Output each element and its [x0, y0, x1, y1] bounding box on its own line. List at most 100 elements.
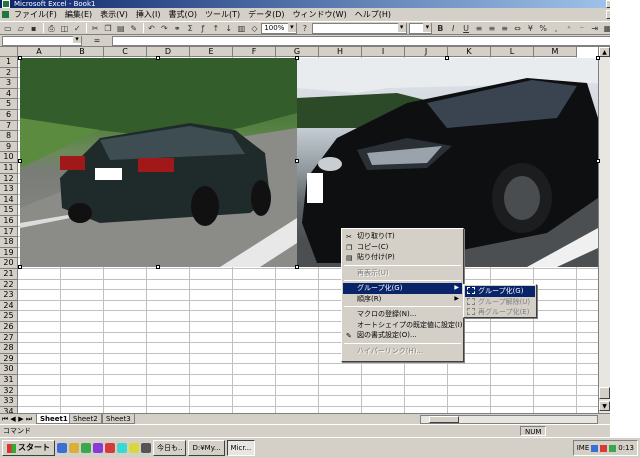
row-header[interactable]: 16 [0, 216, 18, 227]
quicklaunch-ie-icon[interactable] [57, 443, 67, 453]
row-header[interactable]: 11 [0, 163, 18, 174]
menu-item-assign-macro[interactable]: マクロの登録(N)... [343, 309, 462, 320]
indent-icon[interactable]: ⇥ [589, 23, 601, 34]
menu-item-unhide[interactable]: 再表示(U) [343, 268, 462, 279]
menu-item-cut[interactable]: ✂ 切り取り(T) [343, 231, 462, 242]
cut-icon[interactable]: ✂ [89, 23, 101, 34]
row-header[interactable]: 22 [0, 279, 18, 291]
menu-file[interactable]: ファイル(F) [10, 8, 61, 21]
next-sheet-icon[interactable]: ▶ [17, 415, 25, 424]
chart-wizard-icon[interactable]: ▥ [236, 23, 248, 34]
tray-security-icon[interactable] [600, 444, 608, 452]
row-header[interactable]: 31 [0, 375, 18, 386]
quicklaunch-app-icon[interactable] [105, 443, 115, 453]
row-header[interactable]: 21 [0, 269, 18, 280]
prev-sheet-icon[interactable]: ◀ [9, 415, 17, 424]
quicklaunch-app-icon[interactable] [129, 443, 139, 453]
select-all-corner[interactable] [0, 47, 18, 57]
menu-format[interactable]: 書式(O) [164, 8, 201, 21]
column-header[interactable]: D [147, 47, 190, 57]
resize-handle[interactable] [156, 56, 160, 60]
undo-icon[interactable]: ↶ [146, 23, 158, 34]
drawing-icon[interactable]: ◇ [248, 23, 260, 34]
bold-button[interactable]: B [434, 23, 446, 34]
menu-tools[interactable]: ツール(T) [201, 8, 244, 21]
font-size-select[interactable] [408, 22, 433, 34]
format-painter-icon[interactable]: ✎ [128, 23, 140, 34]
row-header[interactable]: 15 [0, 205, 18, 216]
align-left-icon[interactable]: ≡ [473, 23, 485, 34]
resize-handle[interactable] [295, 159, 299, 163]
column-header[interactable]: H [319, 47, 362, 57]
column-header[interactable]: K [448, 47, 491, 57]
menu-item-copy[interactable]: ❐ コピー(C) [343, 242, 462, 253]
copy-icon[interactable]: ❐ [102, 23, 114, 34]
row-header[interactable]: 32 [0, 385, 18, 397]
column-header[interactable]: M [534, 47, 577, 57]
tray-app-icon[interactable] [609, 444, 617, 452]
resize-handle[interactable] [156, 265, 160, 269]
quicklaunch-app-icon[interactable] [141, 443, 151, 453]
quicklaunch-folder-icon[interactable] [69, 443, 79, 453]
submenu-item-regroup[interactable]: 再グループ化(E) [465, 307, 535, 318]
menu-insert[interactable]: 挿入(I) [132, 8, 165, 21]
row-header[interactable]: 24 [0, 300, 18, 312]
column-header[interactable]: E [190, 47, 233, 57]
print-preview-icon[interactable]: ◫ [58, 23, 70, 34]
column-header[interactable]: A [18, 47, 61, 57]
column-header[interactable]: J [405, 47, 448, 57]
formula-input[interactable] [112, 35, 638, 46]
column-header[interactable]: L [491, 47, 534, 57]
row-header[interactable]: 17 [0, 226, 18, 238]
hyperlink-icon[interactable]: ⚭ [171, 23, 183, 34]
column-header[interactable]: I [362, 47, 405, 57]
autosum-icon[interactable]: Σ [184, 23, 196, 34]
menu-data[interactable]: データ(D) [244, 8, 288, 21]
excel-app-icon[interactable] [2, 0, 10, 8]
menu-item-hyperlink[interactable]: ハイパーリンク(H)... [343, 346, 462, 357]
resize-handle[interactable] [596, 159, 600, 163]
scroll-down-icon[interactable]: ▼ [599, 401, 610, 411]
sheet-tab-3[interactable]: Sheet3 [102, 414, 135, 424]
quicklaunch-excel-icon[interactable] [81, 443, 91, 453]
percent-button[interactable]: % [537, 23, 549, 34]
comma-button[interactable]: , [550, 23, 562, 34]
submenu-item-ungroup[interactable]: グループ解除(U) [465, 297, 535, 308]
menu-help[interactable]: ヘルプ(H) [351, 8, 395, 21]
submenu-item-group[interactable]: グループ化(G) [465, 286, 535, 297]
column-header[interactable]: C [104, 47, 147, 57]
merge-center-icon[interactable]: ⇔ [512, 23, 524, 34]
sheet-tab-2[interactable]: Sheet2 [69, 414, 102, 424]
row-header[interactable]: 6 [0, 110, 18, 121]
quicklaunch-app-icon[interactable] [93, 443, 103, 453]
horizontal-scrollbar[interactable] [420, 415, 598, 424]
spelling-icon[interactable]: ✓ [71, 23, 83, 34]
menu-edit[interactable]: 編集(E) [61, 8, 96, 21]
increase-decimal-icon[interactable]: ⁺ [563, 23, 575, 34]
paste-icon[interactable]: ▤ [115, 23, 127, 34]
decrease-decimal-icon[interactable]: ⁻ [576, 23, 588, 34]
horizontal-scroll-thumb[interactable] [429, 416, 459, 423]
font-name-select[interactable] [311, 22, 407, 34]
quicklaunch-app-icon[interactable] [117, 443, 127, 453]
column-header[interactable]: B [61, 47, 104, 57]
menu-item-paste[interactable]: ▤ 貼り付け(P) [343, 252, 462, 263]
sort-desc-icon[interactable]: ↓ [223, 23, 235, 34]
row-header[interactable]: 2 [0, 67, 18, 79]
new-icon[interactable]: ▭ [2, 23, 14, 34]
resize-handle[interactable] [18, 159, 22, 163]
resize-handle[interactable] [445, 56, 449, 60]
start-button[interactable]: スタート [2, 440, 55, 456]
row-header[interactable]: 9 [0, 141, 18, 153]
function-icon[interactable]: ƒ [197, 23, 209, 34]
scroll-up-icon[interactable]: ▲ [599, 47, 610, 57]
task-button-excel[interactable]: Micr... [226, 440, 256, 456]
row-header[interactable]: 19 [0, 247, 18, 259]
resize-handle[interactable] [596, 56, 600, 60]
row-header[interactable]: 29 [0, 353, 18, 365]
zoom-select[interactable]: 100% [261, 22, 297, 34]
row-header[interactable]: 8 [0, 131, 18, 142]
vertical-scrollbar[interactable]: ▲ ▼ [598, 47, 610, 413]
last-sheet-icon[interactable]: ⏭ [25, 415, 33, 424]
tray-network-icon[interactable] [591, 444, 599, 452]
